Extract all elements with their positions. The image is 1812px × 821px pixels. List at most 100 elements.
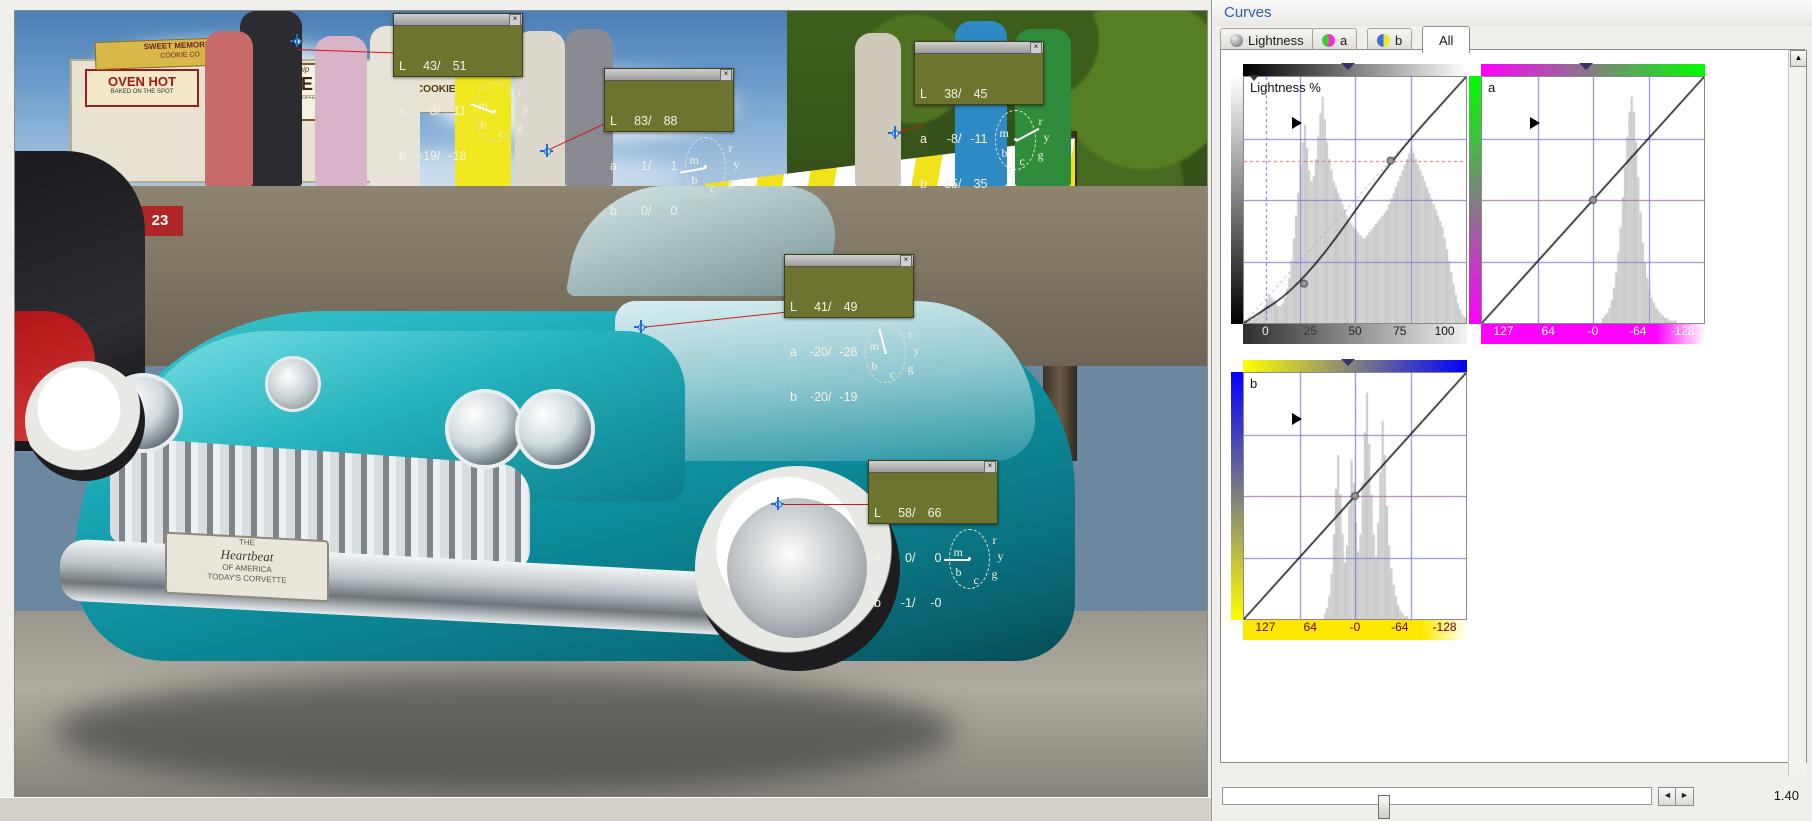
- panel-footer: ◄ ► 1.40: [1212, 777, 1812, 821]
- cursor-arrow-icon: [1292, 117, 1302, 129]
- tab-a[interactable]: a: [1312, 28, 1358, 51]
- tab-lightness[interactable]: Lightness: [1220, 28, 1314, 51]
- readout-titlebar[interactable]: ×: [915, 42, 1043, 54]
- readout-5[interactable]: × L 58/66 a 0/0 b -1/-0 r y g c b m: [868, 460, 1003, 610]
- xtick: 64: [1303, 620, 1317, 634]
- row-before: 43: [423, 59, 437, 73]
- row-before: 0: [905, 551, 912, 565]
- tab-all[interactable]: All: [1422, 26, 1471, 53]
- readout-4[interactable]: × L41/49 a-20/-28 b-20/-19 r y g c b: [784, 254, 919, 404]
- readout-titlebar[interactable]: ×: [785, 255, 913, 267]
- row-before: 1: [641, 159, 648, 173]
- row-before: 35: [944, 177, 958, 191]
- close-icon[interactable]: ×: [509, 14, 521, 26]
- close-icon[interactable]: ×: [900, 255, 912, 267]
- lightness-plot[interactable]: Lightness %: [1243, 76, 1467, 324]
- row-label: a: [610, 159, 617, 173]
- readout-titlebar[interactable]: ×: [605, 69, 733, 81]
- lightness-plot-label: Lightness %: [1250, 80, 1321, 95]
- xtick: -0: [1349, 620, 1361, 634]
- tab-b[interactable]: b: [1367, 28, 1413, 51]
- row-after: 49: [843, 300, 858, 314]
- row-after: -18: [448, 149, 467, 163]
- xtick: -128: [1432, 620, 1457, 634]
- row-label: L: [920, 87, 927, 101]
- readout-titlebar[interactable]: ×: [869, 461, 997, 473]
- license-plate: THE Heartbeat OF AMERICA TODAY'S CORVETT…: [165, 531, 329, 603]
- color-wheel-dial: r y g c b m: [469, 80, 528, 144]
- tab-all-label: All: [1439, 32, 1454, 48]
- dial-letter-r: r: [992, 532, 997, 547]
- row-before: -20: [809, 390, 828, 404]
- color-wheel-dial: r y g c b m: [943, 527, 1003, 591]
- lightness-curve-card[interactable]: Lightness % 0 25 50 75 100: [1231, 63, 1467, 348]
- a-plot[interactable]: a: [1481, 76, 1705, 324]
- row-label: L: [790, 300, 797, 314]
- dial-letter-m: m: [999, 125, 1009, 140]
- row-before: 58: [898, 506, 912, 520]
- a-plot-label: a: [1488, 80, 1496, 95]
- row-after: 45: [973, 87, 988, 101]
- row-after: 88: [663, 114, 678, 128]
- image-pane: OVEN HOT BAKED ON THE SPOT Chocolate Chi…: [0, 0, 1211, 821]
- channel-marker-icon[interactable]: [1341, 63, 1355, 70]
- dial-letter-b: b: [480, 117, 487, 132]
- scroll-up-button[interactable]: ▲: [1790, 50, 1807, 67]
- dial-letter-y: y: [522, 101, 529, 116]
- row-label: b: [610, 204, 617, 218]
- sample-target[interactable]: [888, 126, 901, 139]
- sample-target[interactable]: [290, 34, 303, 47]
- xtick: 0: [1262, 324, 1269, 338]
- dial-letter-g: g: [727, 174, 734, 189]
- xtick: 25: [1303, 324, 1317, 338]
- channel-marker-icon[interactable]: [1579, 63, 1593, 70]
- dial-letter-g: g: [516, 119, 523, 134]
- row-before: -19: [418, 149, 437, 163]
- dial-letter-c: c: [1019, 153, 1025, 168]
- sample-target[interactable]: [634, 320, 647, 333]
- row-after: 51: [452, 59, 467, 73]
- page-title: Curves: [1224, 4, 1272, 21]
- readout-3[interactable]: × L 38/45 a -8/-11 b 35/35 r y g c b m: [914, 41, 1049, 191]
- row-label: b: [790, 390, 797, 404]
- close-icon[interactable]: ×: [984, 461, 996, 473]
- row-label: a: [399, 104, 406, 118]
- sample-target[interactable]: [540, 144, 553, 157]
- row-before: -1: [900, 596, 912, 610]
- b-plot[interactable]: b: [1243, 372, 1467, 620]
- dial-letter-m: m: [689, 152, 699, 167]
- a-x-axis: 127 64 -0 -64 -128: [1481, 324, 1705, 344]
- sample-target[interactable]: [771, 497, 784, 510]
- readout-1[interactable]: × L 43/51 a -8/-11 b -19/-18 r y g c b m: [393, 13, 528, 163]
- row-label: L: [610, 114, 617, 128]
- cursor-arrow-icon: [1292, 413, 1302, 425]
- xtick: 75: [1393, 324, 1407, 338]
- readout-2[interactable]: × L 83/88 a 1/1 b 0/0 r y g c b m: [604, 68, 739, 218]
- oven-hot-sign: OVEN HOT BAKED ON THE SPOT: [85, 69, 199, 107]
- hood-emblem: [265, 356, 321, 412]
- a-gradient-bar: [1481, 64, 1705, 76]
- dial-letter-y: y: [733, 156, 740, 171]
- channel-marker-icon[interactable]: [1341, 359, 1355, 366]
- xtick: 127: [1255, 620, 1276, 634]
- readout-body: L 58/66 a 0/0 b -1/-0 r y g c b m: [869, 473, 1003, 645]
- vertical-scrollbar[interactable]: ▲ ▼: [1788, 50, 1807, 820]
- b-curve-card[interactable]: b 127 64 -0 -64 -128: [1231, 359, 1467, 644]
- dial-letter-g: g: [1037, 147, 1044, 162]
- readout-titlebar[interactable]: ×: [394, 14, 522, 26]
- row-label: b: [399, 149, 406, 163]
- zoom-slider-track[interactable]: [1222, 787, 1652, 819]
- zoom-slider-thumb[interactable]: [1378, 795, 1390, 819]
- close-icon[interactable]: ×: [1030, 42, 1042, 54]
- image-canvas[interactable]: OVEN HOT BAKED ON THE SPOT Chocolate Chi…: [14, 10, 1208, 800]
- dial-letter-r: r: [908, 326, 913, 341]
- readout-body: L 38/45 a -8/-11 b 35/35 r y g c b m: [915, 54, 1049, 226]
- dial-letter-b: b: [691, 172, 698, 187]
- row-label: b: [920, 177, 927, 191]
- dial-letter-y: y: [997, 548, 1004, 563]
- dial-letter-y: y: [1043, 129, 1050, 144]
- close-icon[interactable]: ×: [720, 69, 732, 81]
- tab-lightness-label: Lightness: [1248, 32, 1304, 48]
- spinner-increment[interactable]: ►: [1675, 787, 1694, 806]
- a-curve-card[interactable]: a 127 64 -0 -64 -128: [1469, 63, 1705, 348]
